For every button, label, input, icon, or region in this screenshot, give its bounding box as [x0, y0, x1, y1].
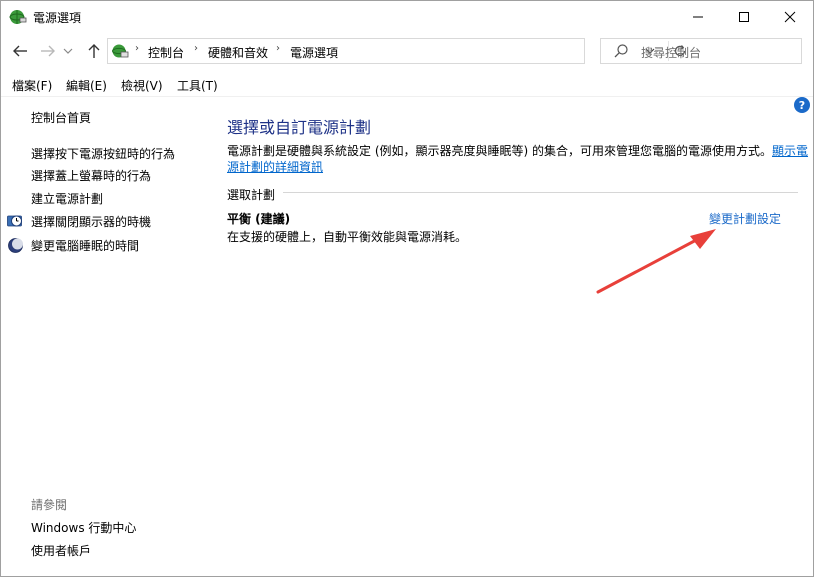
search-icon — [614, 44, 628, 58]
sidebar-display-off-timing[interactable]: 選擇關閉顯示器的時機 — [31, 213, 151, 230]
moon-icon — [8, 238, 23, 253]
minimize-icon — [693, 16, 703, 18]
sidebar-sleep-timing[interactable]: 變更電腦睡眠的時間 — [31, 237, 139, 254]
close-button[interactable] — [767, 1, 813, 33]
menu-view[interactable]: 檢視(V) — [121, 77, 163, 94]
breadcrumb-power-options[interactable]: 電源選項 — [290, 44, 338, 61]
description-text: 電源計劃是硬體與系統設定 (例如，顯示器亮度與睡眠等) 的集合，可用來管理您電腦… — [227, 144, 772, 158]
select-plan-label: 選取計劃 — [227, 188, 276, 202]
sidebar-create-power-plan[interactable]: 建立電源計劃 — [31, 190, 103, 207]
sidebar-user-accounts[interactable]: 使用者帳戶 — [31, 542, 91, 559]
sidebar-lid-close-behavior[interactable]: 選擇蓋上螢幕時的行為 — [31, 167, 151, 184]
forward-arrow-icon — [41, 45, 55, 57]
minimize-button[interactable] — [675, 1, 721, 33]
breadcrumb-hardware-sound[interactable]: 硬體和音效 — [208, 44, 268, 61]
sidebar-windows-mobility-center[interactable]: Windows 行動中心 — [31, 519, 136, 536]
plan-details-link-part2[interactable]: 源計劃的詳細資訊 — [227, 160, 323, 174]
menu-divider — [1, 96, 813, 97]
chevron-right-icon: › — [276, 43, 280, 54]
section-divider — [283, 192, 798, 193]
control-panel-window: 電源選項 › 控制台 › 硬體和音效 › 電源選項 搜尋控制台 檔案(F) 編輯… — [0, 0, 814, 577]
power-options-icon — [9, 10, 27, 24]
description-line-1: 電源計劃是硬體與系統設定 (例如，顯示器亮度與睡眠等) 的集合，可用來管理您電腦… — [227, 142, 808, 159]
plan-details-link-part1[interactable]: 顯示電 — [772, 144, 808, 158]
chevron-right-icon: › — [194, 43, 198, 54]
help-icon[interactable]: ? — [794, 97, 810, 113]
close-icon — [784, 11, 796, 23]
menu-file[interactable]: 檔案(F) — [12, 77, 52, 94]
up-arrow-icon — [88, 44, 100, 58]
see-also-heading: 請參閱 — [31, 498, 68, 512]
address-bar[interactable]: › 控制台 › 硬體和音效 › 電源選項 — [107, 38, 686, 64]
change-plan-settings-link[interactable]: 變更計劃設定 — [709, 210, 781, 227]
search-placeholder: 搜尋控制台 — [641, 46, 702, 60]
recent-locations-button[interactable] — [61, 40, 75, 62]
back-button[interactable] — [9, 40, 31, 62]
sidebar-power-button-behavior[interactable]: 選擇按下電源按鈕時的行為 — [31, 145, 175, 162]
control-panel-icon — [112, 44, 129, 58]
window-title: 電源選項 — [33, 11, 82, 25]
sidebar-control-panel-home[interactable]: 控制台首頁 — [31, 109, 91, 126]
menu-tools[interactable]: 工具(T) — [177, 77, 218, 94]
maximize-button[interactable] — [721, 1, 767, 33]
up-button[interactable] — [83, 40, 105, 62]
back-arrow-icon — [13, 45, 27, 57]
maximize-icon — [739, 12, 749, 22]
plan-description: 在支援的硬體上，自動平衡效能與電源消耗。 — [227, 230, 468, 244]
page-title: 選擇或自訂電源計劃 — [227, 118, 372, 137]
title-bar: 電源選項 — [1, 1, 813, 33]
menu-edit[interactable]: 編輯(E) — [66, 77, 107, 94]
menu-bar: 檔案(F) 編輯(E) 檢視(V) 工具(T) — [1, 73, 813, 97]
forward-button[interactable] — [37, 40, 59, 62]
description-line-2: 源計劃的詳細資訊 — [227, 158, 323, 175]
chevron-down-icon — [63, 48, 73, 54]
chevron-right-icon: › — [135, 43, 139, 54]
plan-name: 平衡 (建議) — [227, 212, 291, 226]
search-box[interactable]: 搜尋控制台 — [600, 38, 802, 64]
breadcrumb-control-panel[interactable]: 控制台 — [148, 44, 184, 61]
clock-monitor-icon — [7, 215, 22, 227]
